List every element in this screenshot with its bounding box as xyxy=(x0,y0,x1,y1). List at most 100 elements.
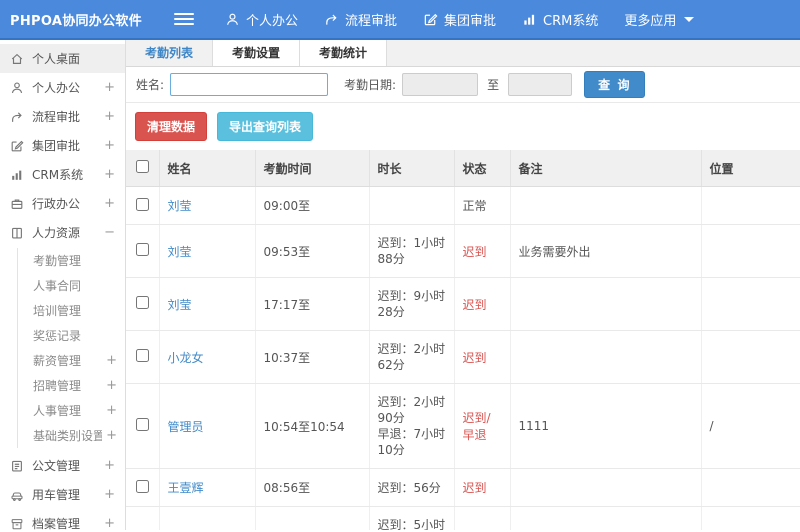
table-row: 刘莹 09:00至 正常 xyxy=(126,186,800,225)
employee-name-link[interactable]: 刘莹 xyxy=(168,199,192,213)
nav-group-approval[interactable]: 集团审批 xyxy=(410,10,509,29)
table-row: 管理员 10:54至10:54 迟到：2小时90分 早退：7小时10分 迟到/早退… xyxy=(126,383,800,469)
date-from-input[interactable] xyxy=(402,73,479,96)
employee-name-link[interactable]: 小龙女 xyxy=(168,351,204,365)
sidebar-subitem-label: 基础类别设置 xyxy=(33,429,103,443)
search-form: 姓名: 考勤日期: 至 查 询 xyxy=(126,67,800,103)
location-cell xyxy=(701,186,800,225)
expand-toggle[interactable]: + xyxy=(106,353,117,368)
clean-data-button[interactable]: 清理数据 xyxy=(135,112,208,141)
sidebar-item-group-approval[interactable]: 集团审批 + xyxy=(0,131,125,160)
export-list-button[interactable]: 导出查询列表 xyxy=(217,112,314,141)
flow-icon xyxy=(10,110,24,124)
home-icon xyxy=(10,52,24,66)
sidebar-item-archives[interactable]: 档案管理 + xyxy=(0,509,125,530)
app-logo: PHPOA协同办公软件 xyxy=(10,13,142,29)
sidebar-item-label: 集团审批 xyxy=(32,139,81,153)
sidebar-item-vehicles[interactable]: 用车管理 + xyxy=(0,480,125,509)
duration-line: 迟到：2小时90分 xyxy=(377,395,446,425)
select-all-checkbox[interactable] xyxy=(135,160,149,173)
col-header-location: 位置 xyxy=(701,150,800,187)
sidebar-subitem-personnel[interactable]: 人事管理 + xyxy=(18,398,125,423)
bar-chart-icon xyxy=(10,168,24,182)
user-icon xyxy=(225,12,240,27)
sidebar-item-flow-approval[interactable]: 流程审批 + xyxy=(0,102,125,131)
duration-cell: 迟到：2小时62分 xyxy=(369,330,455,384)
table-header-row: 姓名 考勤时间 时长 状态 备注 位置 xyxy=(126,150,800,187)
expand-toggle[interactable]: + xyxy=(106,378,117,393)
employee-name-link[interactable]: 刘莹 xyxy=(168,245,192,259)
query-button[interactable]: 查 询 xyxy=(584,71,646,98)
date-label: 考勤日期: xyxy=(344,78,397,92)
time-cell: 17:17至 xyxy=(255,277,370,331)
time-cell: 10:54至10:54 xyxy=(255,383,370,469)
duration-cell: 迟到：5小时33分早退：4小时67分 xyxy=(369,506,455,530)
expand-toggle[interactable]: + xyxy=(104,196,115,211)
attendance-table: 姓名 考勤时间 时长 状态 备注 位置 刘莹 09:00至 正常 刘莹 09:5… xyxy=(126,150,800,530)
sidebar-item-label: 流程审批 xyxy=(32,110,81,124)
expand-toggle[interactable]: + xyxy=(104,80,115,95)
tab-attendance-settings[interactable]: 考勤设置 xyxy=(213,40,301,66)
action-buttons: 清理数据 导出查询列表 xyxy=(126,103,800,150)
table-row: 小龙女 10:37至 迟到：2小时62分 迟到 xyxy=(126,330,800,384)
nav-more-apps[interactable]: 更多应用 xyxy=(611,10,707,29)
location-cell xyxy=(701,330,800,384)
nav-flow-approval[interactable]: 流程审批 xyxy=(311,10,410,29)
employee-name-link[interactable]: 刘莹 xyxy=(168,298,192,312)
expand-toggle[interactable]: + xyxy=(104,458,115,473)
sidebar-subitem-recruitment[interactable]: 招聘管理 + xyxy=(18,373,125,398)
row-checkbox[interactable] xyxy=(135,243,149,256)
employee-name-link[interactable]: 管理员 xyxy=(168,420,204,434)
collapse-toggle[interactable]: − xyxy=(104,225,115,240)
sidebar-item-personal-office[interactable]: 个人办公 + xyxy=(0,73,125,102)
sidebar-subitem-rewards[interactable]: 奖惩记录 xyxy=(18,323,125,348)
expand-toggle[interactable]: + xyxy=(104,516,115,530)
expand-toggle[interactable]: + xyxy=(106,428,117,443)
name-input[interactable] xyxy=(170,73,329,96)
sidebar-item-crm[interactable]: CRM系统 + xyxy=(0,160,125,189)
expand-toggle[interactable]: + xyxy=(104,138,115,153)
row-checkbox[interactable] xyxy=(135,349,149,362)
sidebar-item-label: 用车管理 xyxy=(32,488,81,502)
remark-cell xyxy=(510,186,702,225)
sidebar-item-documents[interactable]: 公文管理 + xyxy=(0,451,125,480)
expand-toggle[interactable]: + xyxy=(104,109,115,124)
nav-crm-system[interactable]: CRM系统 xyxy=(509,10,611,29)
sidebar-subitem-hr-contract[interactable]: 人事合同 xyxy=(18,273,125,298)
expand-toggle[interactable]: + xyxy=(104,167,115,182)
sidebar-item-label: 个人桌面 xyxy=(32,52,81,66)
remark-cell: 业务需要外出 xyxy=(510,224,702,278)
duration-cell: 迟到：1小时88分 xyxy=(369,224,455,278)
sidebar-subitem-label: 人事管理 xyxy=(33,404,82,418)
time-cell: 09:53至 xyxy=(255,224,370,278)
status-cell: 迟到/早退 xyxy=(454,506,511,530)
status-cell: 迟到 xyxy=(454,468,511,507)
remark-cell xyxy=(510,506,702,530)
sidebar-item-hr[interactable]: 人力资源 − xyxy=(0,218,125,247)
sidebar-subitem-base-category[interactable]: 基础类别设置 + xyxy=(18,423,125,448)
employee-name-link[interactable]: 王壹辉 xyxy=(168,481,204,495)
remark-cell xyxy=(510,330,702,384)
tab-attendance-stats[interactable]: 考勤统计 xyxy=(300,40,388,66)
sidebar-item-label: 人力资源 xyxy=(32,226,81,240)
sidebar-subitem-label: 招聘管理 xyxy=(33,379,82,393)
nav-personal-office[interactable]: 个人办公 xyxy=(212,10,311,29)
row-checkbox[interactable] xyxy=(135,197,149,211)
row-checkbox[interactable] xyxy=(135,418,149,431)
row-checkbox[interactable] xyxy=(135,296,149,309)
tab-attendance-list[interactable]: 考勤列表 xyxy=(126,40,214,66)
expand-toggle[interactable]: + xyxy=(104,487,115,502)
expand-toggle[interactable]: + xyxy=(106,403,117,418)
sidebar-subitem-training[interactable]: 培训管理 xyxy=(18,298,125,323)
sidebar-subitem-salary[interactable]: 薪资管理 + xyxy=(18,348,125,373)
sidebar-item-admin-office[interactable]: 行政办公 + xyxy=(0,189,125,218)
sidebar-item-desktop[interactable]: 个人桌面 xyxy=(0,44,125,73)
name-label: 姓名: xyxy=(136,78,165,92)
menu-toggle-icon[interactable] xyxy=(174,10,194,28)
sidebar-subitem-label: 人事合同 xyxy=(33,279,82,293)
sidebar-subitem-attendance[interactable]: 考勤管理 xyxy=(18,248,125,273)
row-checkbox[interactable] xyxy=(135,479,149,493)
remark-cell xyxy=(510,277,702,331)
date-to-input[interactable] xyxy=(508,73,573,96)
car-icon xyxy=(10,488,24,502)
